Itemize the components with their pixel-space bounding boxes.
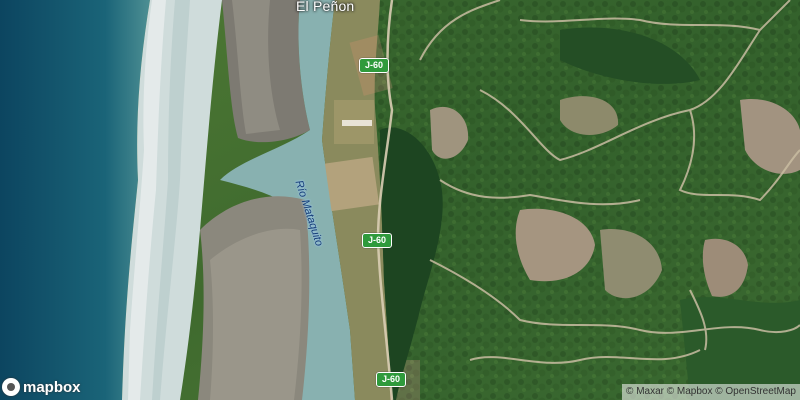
mapbox-logo[interactable]: mapbox: [2, 378, 81, 396]
mapbox-logo-text: mapbox: [23, 378, 81, 396]
satellite-map[interactable]: El Peñon Río Mataquito J-60 J-60 J-60 ma…: [0, 0, 800, 400]
road-shield-j60: J-60: [359, 58, 390, 73]
mapbox-logo-icon: [2, 378, 20, 396]
road-shield-j60: J-60: [376, 372, 407, 387]
satellite-imagery: [0, 0, 800, 400]
place-label-el-penon: El Peñon: [296, 0, 355, 14]
map-attribution[interactable]: © Maxar © Mapbox © OpenStreetMap: [622, 384, 800, 400]
road-shield-j60: J-60: [362, 233, 393, 248]
